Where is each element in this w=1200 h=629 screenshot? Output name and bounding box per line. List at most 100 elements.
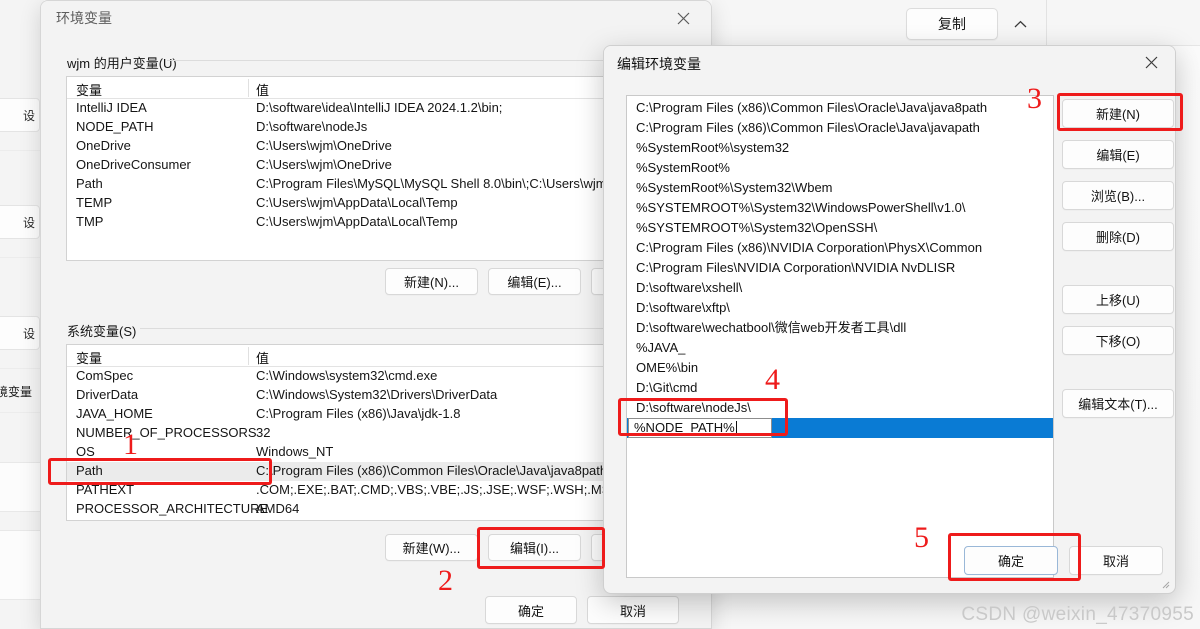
resize-grip-icon[interactable] (1161, 580, 1171, 590)
path-move-up-button[interactable]: 上移(U) (1062, 285, 1174, 314)
copy-button-label: 复制 (938, 16, 966, 32)
bg-settings-button-1[interactable]: 设 (0, 98, 40, 132)
list-item[interactable]: OME%\bin (627, 358, 1053, 378)
user-edit-button[interactable]: 编辑(E)... (488, 268, 581, 295)
system-new-button[interactable]: 新建(W)... (385, 534, 478, 561)
row-variable-name: OneDriveConsumer (76, 157, 191, 172)
row-variable-name: NODE_PATH (76, 119, 154, 134)
user-col-value: 值 (256, 83, 270, 98)
table-row[interactable]: OneDrive C:\Users\wjm\OneDrive (67, 137, 692, 156)
table-row[interactable]: DriverData C:\Windows\System32\Drivers\D… (67, 386, 692, 405)
path-delete-button[interactable]: 删除(D) (1062, 222, 1174, 251)
table-row[interactable]: TEMP C:\Users\wjm\AppData\Local\Temp (67, 194, 692, 213)
path-delete-button-label: 删除(D) (1095, 230, 1141, 245)
bg-settings-button-2[interactable]: 设 (0, 205, 40, 239)
close-icon[interactable] (1131, 48, 1171, 76)
row-variable-name: PROCESSOR_ARCHITECTURE (76, 501, 269, 516)
path-edit-button[interactable]: 编辑(E) (1062, 140, 1174, 169)
path-entry-input[interactable]: %NODE_PATH% (628, 418, 772, 438)
list-item[interactable]: C:\Program Files\NVIDIA Corporation\NVID… (627, 258, 1053, 278)
table-row[interactable]: IntelliJ IDEA D:\software\idea\IntelliJ … (67, 99, 692, 118)
path-new-button-label: 新建(N) (1095, 107, 1141, 122)
table-row[interactable]: NODE_PATH D:\software\nodeJs (67, 118, 692, 137)
row-variable-value: C:\Program Files (x86)\Java\jdk-1.8 (256, 406, 461, 421)
system-table-header: 变量 值 (67, 345, 692, 367)
row-variable-value: C:\Program Files\MySQL\MySQL Shell 8.0\b… (256, 176, 607, 191)
env-window-title: 环境变量 (56, 10, 112, 26)
row-variable-value: C:\Users\wjm\AppData\Local\Temp (256, 214, 458, 229)
row-variable-name: IntelliJ IDEA (76, 100, 147, 115)
row-variable-value: D:\software\nodeJs (256, 119, 368, 134)
list-item[interactable]: D:\software\wechatbool\微信web开发者工具\dll (627, 318, 1053, 338)
table-row[interactable]: ComSpec C:\Windows\system32\cmd.exe (67, 367, 692, 386)
list-item[interactable]: C:\Program Files (x86)\Common Files\Orac… (627, 118, 1053, 138)
env-cancel-button[interactable]: 取消 (587, 596, 679, 624)
system-variables-group-label: 系统变量(S) (65, 321, 139, 340)
env-cancel-button-label: 取消 (619, 603, 646, 619)
path-new-button[interactable]: 新建(N) (1062, 99, 1174, 128)
row-variable-value: C:\Windows\system32\cmd.exe (256, 368, 438, 383)
table-row[interactable]: PATHEXT .COM;.EXE;.BAT;.CMD;.VBS;.VBE;.J… (67, 481, 692, 500)
system-variables-table[interactable]: 变量 值 ComSpec C:\Windows\system32\cmd.exe… (66, 344, 693, 521)
row-variable-name: JAVA_HOME (76, 406, 153, 421)
table-row[interactable]: JAVA_HOME C:\Program Files (x86)\Java\jd… (67, 405, 692, 424)
path-move-down-button[interactable]: 下移(O) (1062, 326, 1174, 355)
path-move-down-button-label: 下移(O) (1095, 334, 1141, 349)
system-edit-button[interactable]: 编辑(I)... (488, 534, 581, 561)
table-row[interactable]: TMP C:\Users\wjm\AppData\Local\Temp (67, 213, 692, 232)
list-item[interactable]: D:\software\nodeJs\ (627, 398, 1053, 418)
path-edit-text-button[interactable]: 编辑文本(T)... (1062, 389, 1174, 418)
list-item[interactable]: C:\Program Files (x86)\Common Files\Orac… (627, 98, 1053, 118)
table-row[interactable]: PROCESSOR_ARCHITECTURE AMD64 (67, 500, 692, 519)
list-item[interactable]: %SystemRoot%\System32\Wbem (627, 178, 1053, 198)
list-item[interactable]: D:\software\xshell\ (627, 278, 1053, 298)
user-new-button[interactable]: 新建(N)... (385, 268, 478, 295)
list-item-editing[interactable]: %NODE_PATH% (627, 418, 1053, 438)
list-item[interactable]: %JAVA_ (627, 338, 1053, 358)
bg-settings-button-3[interactable]: 设 (0, 316, 40, 350)
row-variable-value: C:\Users\wjm\AppData\Local\Temp (256, 195, 458, 210)
list-item[interactable]: %SystemRoot%\system32 (627, 138, 1053, 158)
copy-button[interactable]: 复制 (906, 8, 998, 40)
bg-divider-3 (0, 368, 44, 369)
edit-dialog-ok-button[interactable]: 确定 (964, 546, 1058, 575)
system-edit-button-label: 编辑(I)... (509, 541, 560, 556)
path-entries-list[interactable]: C:\Program Files (x86)\Common Files\Orac… (626, 95, 1054, 578)
path-move-up-button-label: 上移(U) (1095, 293, 1141, 308)
chevron-up-icon[interactable] (1010, 14, 1030, 34)
row-variable-name: DriverData (76, 387, 139, 402)
list-item[interactable]: C:\Program Files (x86)\NVIDIA Corporatio… (627, 238, 1053, 258)
row-variable-name: OS (76, 444, 95, 459)
close-icon[interactable] (661, 3, 705, 33)
table-row[interactable]: Path C:\Program Files\MySQL\MySQL Shell … (67, 175, 692, 194)
row-variable-value: .COM;.EXE;.BAT;.CMD;.VBS;.VBE;.JS;.JSE;.… (256, 482, 620, 497)
row-variable-value: C:\Users\wjm\OneDrive (256, 157, 392, 172)
env-ok-button[interactable]: 确定 (485, 596, 577, 624)
row-variable-value: C:\Program Files (x86)\Common Files\Orac… (256, 463, 608, 478)
table-row[interactable]: NUMBER_OF_PROCESSORS 32 (67, 424, 692, 443)
table-row[interactable]: OneDriveConsumer C:\Users\wjm\OneDrive (67, 156, 692, 175)
bg-settings-button-2-label: 设 (22, 215, 35, 230)
list-item[interactable]: D:\software\xftp\ (627, 298, 1053, 318)
list-item[interactable]: %SYSTEMROOT%\System32\WindowsPowerShell\… (627, 198, 1053, 218)
row-variable-name: Path (76, 176, 103, 191)
edit-dialog-title: 编辑环境变量 (617, 56, 701, 72)
watermark-text: CSDN @weixin_47370955 (961, 604, 1194, 625)
row-variable-name: NUMBER_OF_PROCESSORS (76, 425, 257, 440)
user-variables-group-label: wjm 的用户变量(U) (65, 53, 179, 72)
row-variable-name: TEMP (76, 195, 113, 210)
table-row[interactable]: OS Windows_NT (67, 443, 692, 462)
table-row-selected[interactable]: Path C:\Program Files (x86)\Common Files… (67, 462, 692, 481)
env-window-titlebar[interactable] (41, 1, 711, 35)
row-variable-value: Windows_NT (256, 444, 334, 459)
edit-dialog-cancel-button[interactable]: 取消 (1069, 546, 1163, 575)
path-browse-button[interactable]: 浏览(B)... (1062, 181, 1174, 210)
top-strip-divider (1046, 0, 1047, 46)
user-variables-table[interactable]: 变量 值 IntelliJ IDEA D:\software\idea\Inte… (66, 76, 693, 261)
list-item[interactable]: %SystemRoot% (627, 158, 1053, 178)
list-item[interactable]: D:\Git\cmd (627, 378, 1053, 398)
list-item[interactable]: %SYSTEMROOT%\System32\OpenSSH\ (627, 218, 1053, 238)
row-variable-value: C:\Windows\System32\Drivers\DriverData (256, 387, 498, 402)
bg-divider-4 (0, 412, 44, 413)
edit-environment-variable-dialog: 编辑环境变量 C:\Program Files (x86)\Common Fil… (603, 45, 1176, 594)
